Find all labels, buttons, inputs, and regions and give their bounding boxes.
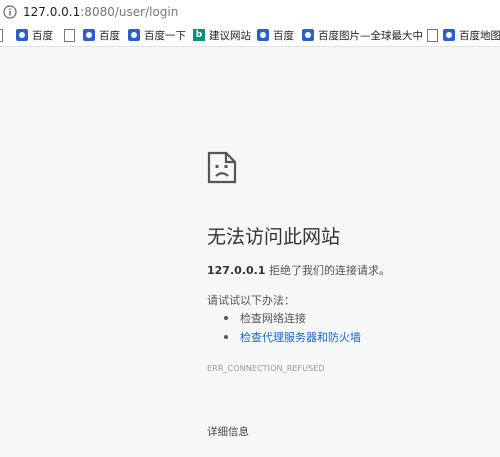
baidu-paw-icon — [257, 29, 269, 41]
bookmark-item[interactable] — [0, 28, 7, 42]
url-text[interactable]: 127.0.0.1:8080/user/login — [23, 5, 178, 19]
suggestion-item: 检查网络连接 — [224, 310, 306, 326]
error-title: 无法访问此网站 — [207, 226, 341, 248]
bookmark-label: 百度图片—全球最大中 — [318, 29, 423, 42]
baidu-paw-icon — [83, 29, 95, 41]
error-host: 127.0.0.1 — [207, 264, 266, 277]
bookmark-label: 百度地图 — [459, 29, 500, 42]
baidu-paw-icon — [16, 29, 28, 41]
bookmark-item[interactable]: 百度 — [16, 28, 53, 42]
doc-icon — [427, 28, 438, 42]
baidu-paw-icon — [443, 29, 455, 41]
error-message: 127.0.0.1 拒绝了我们的连接请求。 — [207, 262, 390, 278]
bookmarks-bar: 百度 百度 百度一下 b 建议网站 百度 百度图片—全球最大中 百度地图 — [0, 24, 500, 47]
baidu-paw-icon — [302, 29, 314, 41]
try-heading: 请试试以下办法： — [207, 294, 295, 307]
bookmark-label: 百度 — [32, 29, 53, 42]
bookmark-label: 百度一下 — [144, 29, 186, 42]
error-message-text: 拒绝了我们的连接请求。 — [268, 264, 390, 277]
bookmark-item[interactable] — [427, 28, 442, 42]
bing-icon: b — [193, 29, 205, 41]
doc-icon — [64, 28, 75, 42]
bookmark-item[interactable]: 百度图片—全球最大中 — [302, 28, 423, 42]
bookmark-label: 百度 — [273, 29, 294, 42]
error-code: ERR_CONNECTION_REFUSED — [207, 364, 325, 373]
bullet — [224, 335, 228, 339]
bookmark-item[interactable]: 百度地图 — [443, 28, 500, 42]
bookmark-item[interactable]: b 建议网站 — [193, 28, 251, 42]
suggestion-item[interactable]: 检查代理服务器和防火墙 — [224, 329, 361, 345]
details-button[interactable]: 详细信息 — [207, 424, 249, 439]
bookmark-item[interactable] — [64, 28, 79, 42]
suggestion-text: 检查网络连接 — [240, 312, 306, 325]
bullet — [224, 316, 228, 320]
bookmark-label: 百度 — [99, 29, 120, 42]
sad-page-icon — [207, 151, 237, 184]
info-icon[interactable] — [3, 5, 17, 19]
bookmark-item[interactable]: 百度 — [257, 28, 294, 42]
suggestion-link[interactable]: 检查代理服务器和防火墙 — [240, 329, 361, 345]
bookmark-label: 建议网站 — [209, 29, 251, 42]
url-path: :8080/user/login — [80, 5, 179, 19]
bookmark-item[interactable]: 百度一下 — [128, 28, 186, 42]
address-bar[interactable]: 127.0.0.1:8080/user/login — [0, 0, 500, 25]
baidu-paw-icon — [128, 29, 140, 41]
url-host: 127.0.0.1 — [23, 5, 81, 19]
bookmark-item[interactable]: 百度 — [83, 28, 120, 42]
doc-icon — [0, 28, 3, 42]
